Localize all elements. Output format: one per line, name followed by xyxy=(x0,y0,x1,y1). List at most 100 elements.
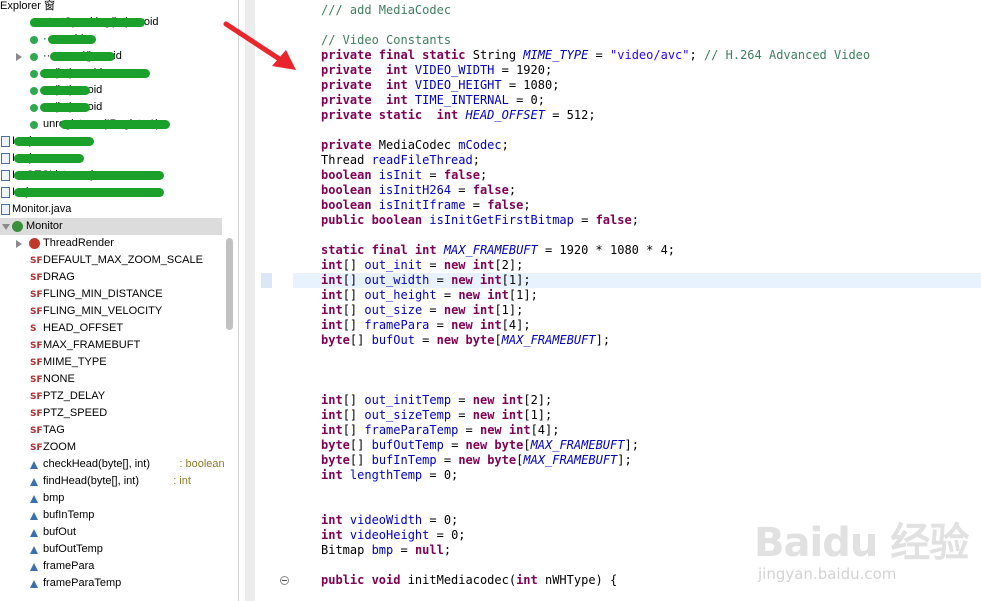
outline-item[interactable]: Monitor xyxy=(0,218,222,235)
code-line[interactable]: int[] out_width = new int[1]; xyxy=(321,273,531,288)
outline-item[interactable]: SF ZOOM xyxy=(0,439,222,456)
code-editor[interactable]: /// add MediaCodec// Video Constants priv… xyxy=(255,0,981,601)
chevron-right-icon[interactable] xyxy=(16,53,22,61)
code-line[interactable]: public void initMediacodec(int nWHType) … xyxy=(321,573,617,588)
code-token: int xyxy=(321,258,343,272)
code-line[interactable]: int[] framePara = new int[4]; xyxy=(321,318,531,333)
outline-item[interactable]: Monitor.java xyxy=(0,201,222,218)
outline-item[interactable]: I···java xyxy=(0,184,222,201)
code-line[interactable]: boolean isInitIframe = false; xyxy=(321,198,531,213)
code-token: [] xyxy=(349,438,372,452)
code-token: bufOut xyxy=(371,333,415,347)
code-line[interactable]: int[] out_init = new int[2]; xyxy=(321,258,523,273)
code-line[interactable]: private int VIDEO_HEIGHT = 1080; xyxy=(321,78,559,93)
code-line[interactable]: int[] out_sizeTemp = new int[1]; xyxy=(321,408,552,423)
method-icon xyxy=(30,87,38,95)
field-icon xyxy=(30,529,38,537)
outline-scrollbar[interactable] xyxy=(226,238,233,330)
code-line[interactable]: int videoWidth = 0; xyxy=(321,513,458,528)
code-token: = 0; xyxy=(422,513,459,527)
code-line[interactable]: byte[] bufInTemp = new byte[MAX_FRAMEBUF… xyxy=(321,453,632,468)
outline-item[interactable]: framePara xyxy=(0,558,222,575)
outline-item[interactable]: SF MIME_TYPE xyxy=(0,354,222,371)
chevron-right-icon[interactable] xyxy=(16,240,22,248)
code-token: [] xyxy=(342,288,365,302)
code-line[interactable]: int[] out_size = new int[1]; xyxy=(321,303,523,318)
code-token: ]; xyxy=(595,333,611,347)
outline-item[interactable]: S HEAD_OFFSET xyxy=(0,320,222,337)
code-line[interactable]: private MediaCodec mCodec; xyxy=(321,138,509,153)
outline-item[interactable]: SF NONE xyxy=(0,371,222,388)
code-token: new int xyxy=(443,258,495,272)
code-line[interactable]: public boolean isInitGetFirstBitmap = fa… xyxy=(321,213,639,228)
outline-item-label: PTZ_SPEED xyxy=(43,407,108,419)
code-line[interactable]: byte[] bufOutTemp = new byte[MAX_FRAMEBU… xyxy=(321,438,639,453)
code-line[interactable]: boolean isInit = false; xyxy=(321,168,487,183)
code-line[interactable]: int videoHeight = 0; xyxy=(321,528,466,543)
code-token: out_initTemp xyxy=(364,393,452,407)
outline-item[interactable]: SF TAG xyxy=(0,422,222,439)
code-line[interactable]: int[] out_initTemp = new int[2]; xyxy=(321,393,552,408)
code-line[interactable]: static final int MAX_FRAMEBUFT = 1920 * … xyxy=(321,243,675,258)
outline-item[interactable]: ···record() : void xyxy=(0,48,222,65)
code-token: private xyxy=(321,138,379,152)
outline-item[interactable]: I···.java xyxy=(0,150,222,167)
method-icon xyxy=(30,70,38,78)
outline-item[interactable]: checkHead(byte[], int) : boolean xyxy=(0,456,225,473)
outline-item[interactable]: SF FLING_MIN_VELOCITY xyxy=(0,303,222,320)
outline-item[interactable]: ThreadRender xyxy=(0,235,222,252)
outline-item[interactable]: ··· : void xyxy=(0,31,222,48)
outline-item[interactable]: findHead(byte[], int) : int xyxy=(0,473,222,490)
outline-item[interactable]: SF FLING_MIN_DISTANCE xyxy=(0,286,222,303)
code-line[interactable]: int lengthTemp = 0; xyxy=(321,468,458,483)
code-line[interactable]: Bitmap bmp = null; xyxy=(321,543,451,558)
code-token: MAX_FRAMEBUFT xyxy=(530,438,625,452)
code-token: "video/avc" xyxy=(610,48,690,62)
outline-item[interactable]: startSpeaking(int) : void xyxy=(0,14,222,31)
outline-item[interactable]: SF DRAG xyxy=(0,269,222,286)
chevron-down-icon[interactable] xyxy=(2,224,10,230)
code-line[interactable]: Thread readFileThread; xyxy=(321,153,480,168)
outline-item[interactable]: I···.java xyxy=(0,133,222,150)
file-icon xyxy=(1,187,10,198)
outline-item[interactable]: bufInTemp xyxy=(0,507,222,524)
code-line[interactable]: private int TIME_INTERNAL = 0; xyxy=(321,93,545,108)
code-token: public void xyxy=(321,573,408,587)
outline-item[interactable]: SF DEFAULT_MAX_ZOOM_SCALE xyxy=(0,252,222,269)
fold-toggle-icon[interactable] xyxy=(280,576,289,585)
outline-item[interactable]: SF PTZ_SPEED xyxy=(0,405,222,422)
code-token: boolean xyxy=(321,183,379,197)
file-icon xyxy=(1,153,10,164)
code-line[interactable]: /// add MediaCodec xyxy=(321,3,451,18)
outline-item[interactable]: unregister···(IRegisterI( xyxy=(0,116,222,133)
code-token: ; xyxy=(479,168,488,182)
static-final-field-icon: SF xyxy=(30,341,43,351)
code-token: [ xyxy=(494,333,502,347)
outline-item[interactable]: SF MAX_FRAMEBUFT xyxy=(0,337,222,354)
code-token: isInitIframe xyxy=(378,198,466,212)
outline-item[interactable]: frameParaTemp xyxy=(0,575,222,592)
redaction-mark xyxy=(48,35,96,44)
code-line[interactable]: int[] out_height = new int[1]; xyxy=(321,288,538,303)
outline-item-label: framePara xyxy=(43,560,95,572)
outline-item[interactable]: ···(int) : void xyxy=(0,82,222,99)
outline-item-label: NONE xyxy=(43,373,75,385)
outline-item[interactable]: bufOutTemp xyxy=(0,541,222,558)
code-line[interactable]: byte[] bufOut = new byte[MAX_FRAMEBUFT]; xyxy=(321,333,610,348)
code-line[interactable]: private static int HEAD_OFFSET = 512; xyxy=(321,108,596,123)
outline-item[interactable]: I···OTCListener.java xyxy=(0,167,222,184)
code-token: MediaCodec xyxy=(378,138,459,152)
code-token: int xyxy=(516,573,545,587)
code-line[interactable]: private int VIDEO_WIDTH = 1920; xyxy=(321,63,552,78)
outline-item[interactable]: ···(int) : void xyxy=(0,99,222,116)
outline-item[interactable]: bmp xyxy=(0,490,222,507)
code-line[interactable]: boolean isInitH264 = false; xyxy=(321,183,516,198)
outline-item[interactable]: bufOut xyxy=(0,524,222,541)
code-token: = xyxy=(422,168,444,182)
code-line[interactable]: int[] frameParaTemp = new int[4]; xyxy=(321,423,559,438)
outline-item[interactable]: ···(int) : void xyxy=(0,65,222,82)
code-line[interactable]: // Video Constants xyxy=(321,33,451,48)
outline-item[interactable]: SF PTZ_DELAY xyxy=(0,388,222,405)
code-line[interactable]: private final static String MIME_TYPE = … xyxy=(321,48,870,63)
code-token: framePara xyxy=(364,318,430,332)
